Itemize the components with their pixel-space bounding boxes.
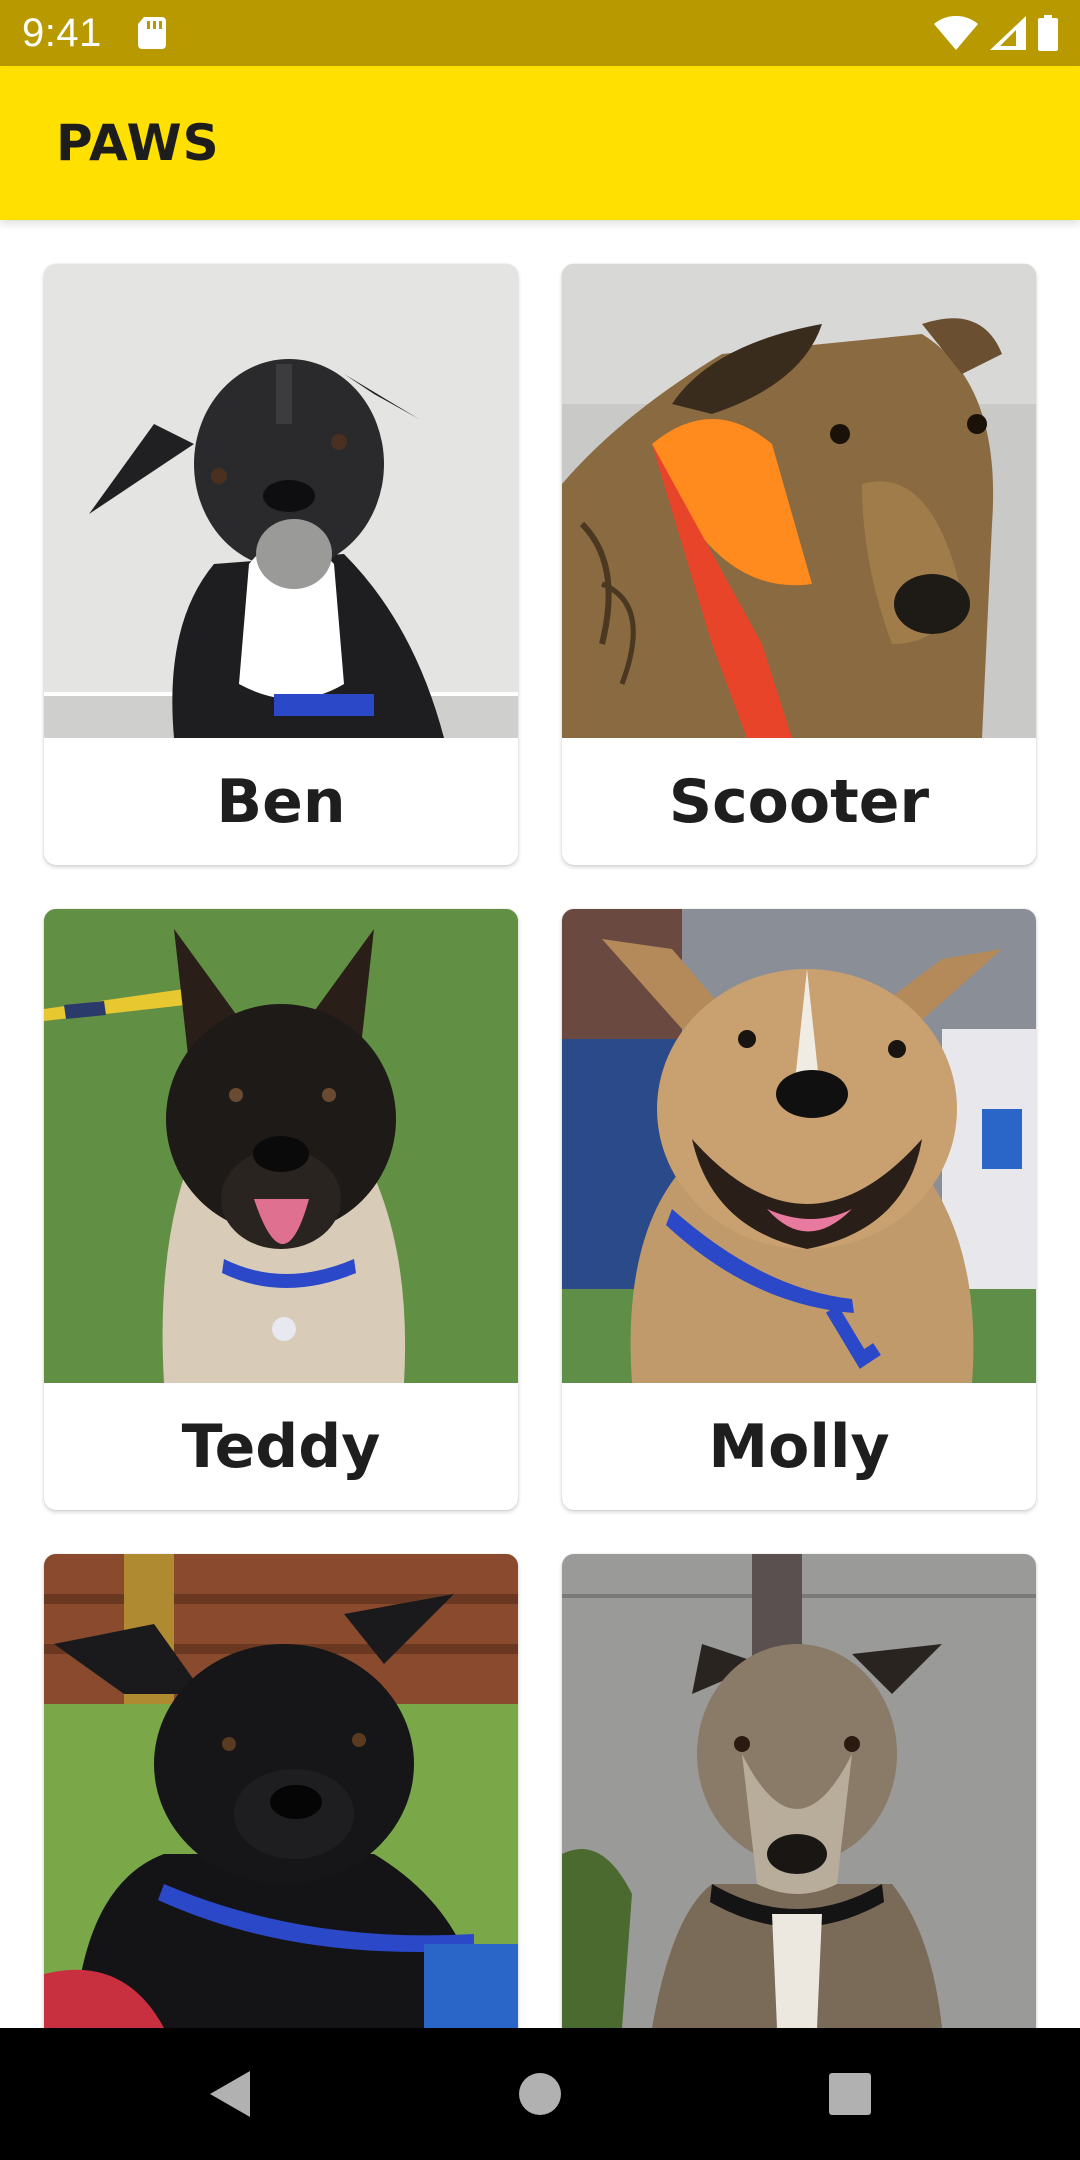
dog-card-molly[interactable]: Molly [562,909,1036,1510]
dog-grid[interactable]: Ben Scooter Teddy Molly [0,220,1080,2028]
status-time: 9:41 [22,10,102,55]
dog-name: Molly [708,1411,890,1482]
dog-name: Teddy [181,1411,381,1482]
dog-photo [44,1554,518,2028]
battery-icon [1038,15,1058,51]
signal-icon [990,16,1026,50]
dog-photo [562,1554,1036,2028]
sd-card-icon [137,17,166,49]
dog-card-scooter[interactable]: Scooter [562,264,1036,865]
recents-button[interactable] [810,2028,890,2160]
dog-card-5[interactable] [44,1554,518,2028]
home-icon [519,2073,561,2115]
home-button[interactable] [500,2028,580,2160]
dog-photo [562,264,1036,738]
dog-card-6[interactable] [562,1554,1036,2028]
dog-photo [562,909,1036,1383]
wifi-icon [934,16,978,50]
status-icons [934,15,1058,51]
dog-name: Ben [216,766,346,837]
dog-card-ben[interactable]: Ben [44,264,518,865]
phone-screen: 9:41 PAWS Ben Scooter Teddy Molly [0,0,1080,2160]
app-title: PAWS [56,114,220,172]
back-icon [210,2071,250,2117]
back-button[interactable] [190,2028,270,2160]
dog-name: Scooter [668,766,930,837]
navigation-bar [0,2028,1080,2160]
recents-icon [829,2073,871,2115]
dog-photo [44,909,518,1383]
status-bar: 9:41 [0,0,1080,66]
dog-card-teddy[interactable]: Teddy [44,909,518,1510]
app-bar: PAWS [0,66,1080,220]
dog-photo [44,264,518,738]
